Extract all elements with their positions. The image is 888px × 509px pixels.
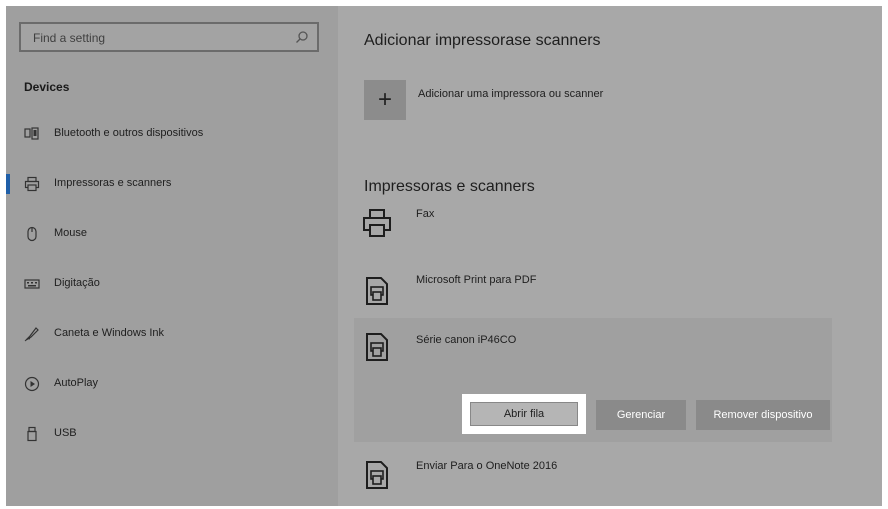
sidebar-item-label: Impressoras e scanners <box>54 177 172 189</box>
remove-device-button[interactable]: Remover dispositivo <box>696 400 830 430</box>
main-content: Adicionar impressorase scanners + Adicio… <box>338 6 882 506</box>
printer-item-onenote[interactable]: Enviar Para o OneNote 2016 <box>338 450 882 494</box>
add-section-title: Adicionar impressorase scanners <box>364 32 601 49</box>
selection-indicator <box>6 174 10 194</box>
bluetooth-devices-icon <box>24 127 39 140</box>
sidebar-item-label: Digitação <box>54 277 100 289</box>
printer-name: Fax <box>416 208 435 220</box>
sidebar-item-autoplay[interactable]: AutoPlay <box>6 368 338 400</box>
sidebar-item-usb[interactable]: USB <box>6 418 338 450</box>
keyboard-icon <box>24 279 40 289</box>
printer-name: Enviar Para o OneNote 2016 <box>416 460 558 472</box>
printer-icon <box>24 176 40 192</box>
settings-window: Find a setting Devices Bluetooth e outro… <box>6 6 882 506</box>
sidebar-item-printers[interactable]: Impressoras e scanners <box>6 168 338 200</box>
autoplay-icon <box>24 376 40 392</box>
search-placeholder: Find a setting <box>33 31 106 45</box>
pen-icon <box>24 327 39 342</box>
sidebar-item-typing[interactable]: Digitação <box>6 268 338 300</box>
printer-item-canon-expanded[interactable]: Série canon iP46CO Abrir fila Gerenciar … <box>354 318 832 442</box>
sidebar: Find a setting Devices Bluetooth e outro… <box>6 6 338 506</box>
mouse-icon <box>27 226 37 242</box>
sidebar-item-bluetooth[interactable]: Bluetooth e outros dispositivos <box>6 118 338 150</box>
printer-name: Microsoft Print para PDF <box>416 274 537 286</box>
printers-section-title: Impressoras e scanners <box>364 178 535 195</box>
printer-name: Série canon iP46CO <box>416 334 517 346</box>
printer-document-icon <box>366 461 388 489</box>
sidebar-item-mouse[interactable]: Mouse <box>6 218 338 250</box>
printer-item-pdf[interactable]: Microsoft Print para PDF <box>338 264 882 308</box>
sidebar-item-label: USB <box>54 427 77 439</box>
open-queue-label: Abrir fila <box>503 408 545 420</box>
sidebar-item-label: Bluetooth e outros dispositivos <box>54 127 204 139</box>
usb-icon <box>27 426 37 442</box>
sidebar-item-label: Caneta e Windows Ink <box>54 327 165 339</box>
open-queue-button[interactable]: Abrir fila <box>462 394 586 434</box>
search-icon[interactable] <box>295 30 309 44</box>
printer-icon <box>363 209 391 237</box>
printer-document-icon <box>366 277 388 305</box>
sidebar-item-pen[interactable]: Caneta e Windows Ink <box>6 318 338 350</box>
add-printer-label[interactable]: Adicionar uma impressora ou scanner <box>418 88 603 100</box>
search-input[interactable]: Find a setting <box>19 22 319 52</box>
sidebar-item-label: AutoPlay <box>54 377 99 389</box>
plus-icon: + <box>377 86 392 113</box>
sidebar-item-label: Mouse <box>54 227 88 239</box>
add-printer-button[interactable]: + <box>364 80 406 120</box>
printer-document-icon <box>366 333 388 361</box>
printer-item-fax[interactable]: Fax <box>338 202 882 246</box>
sidebar-title: Devices <box>24 80 70 94</box>
manage-button[interactable]: Gerenciar <box>596 400 686 430</box>
